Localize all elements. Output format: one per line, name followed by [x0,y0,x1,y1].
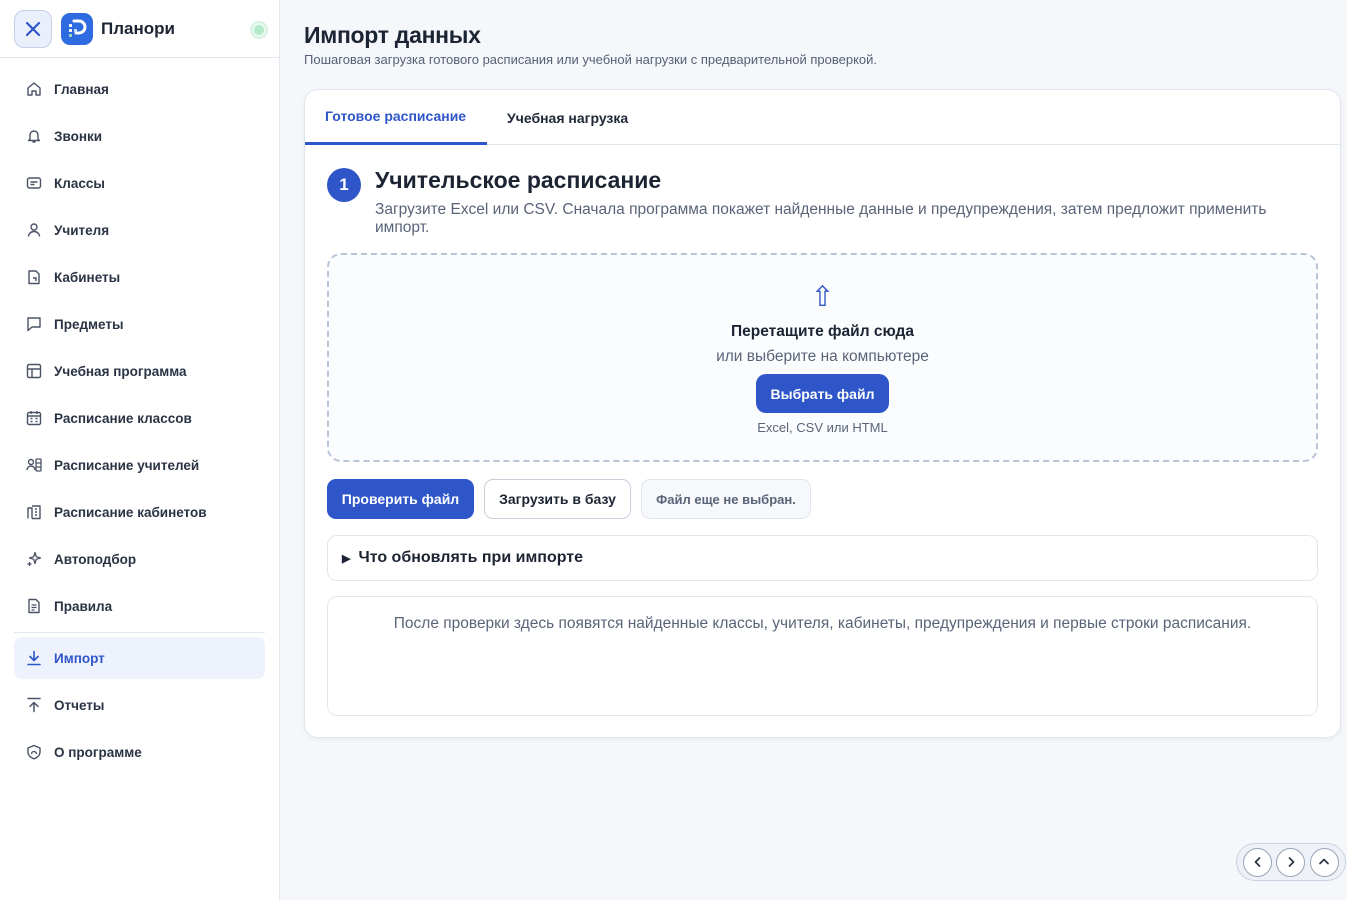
dropzone-formats-hint: Excel, CSV или HTML [757,420,888,435]
building-icon [26,504,42,520]
prev-button[interactable] [1243,847,1273,877]
door-icon [26,269,42,285]
chevron-left-icon [1254,857,1261,867]
sidebar-item-classes[interactable]: Классы [14,162,265,204]
disclosure-triangle-icon: ▶ [342,552,351,565]
tab-bar: Готовое расписание Учебная нагрузка [305,90,1340,145]
sidebar-item-curriculum[interactable]: Учебная программа [14,350,265,392]
sidebar: Планори Главная Звонки Классы Учителя Ка… [0,0,280,900]
page-title: Импорт данных [304,22,481,48]
sidebar-item-label: Классы [54,175,105,191]
sidebar-header: Планори [0,0,279,58]
sidebar-divider [14,632,265,633]
message-square-icon [26,316,42,332]
sidebar-item-subjects[interactable]: Предметы [14,303,265,345]
sidebar-item-label: Расписание классов [54,410,192,426]
choose-file-button[interactable]: Выбрать файл [756,374,889,413]
preview-panel: После проверки здесь появятся найденные … [327,596,1318,716]
file-dropzone[interactable]: ⇧ Перетащите файл сюда или выберите на к… [327,253,1318,462]
sidebar-item-label: Расписание учителей [54,457,200,473]
home-icon [26,81,42,97]
next-button[interactable] [1276,847,1306,877]
sidebar-item-reports[interactable]: Отчеты [14,684,265,726]
sidebar-item-label: Звонки [54,128,103,144]
upload-arrow-icon: ⇧ [810,281,835,312]
status-indicator-icon [250,21,268,39]
scroll-top-button[interactable] [1309,847,1339,877]
class-icon [26,175,42,191]
sidebar-item-home[interactable]: Главная [14,68,265,110]
sidebar-item-import[interactable]: Импорт [14,637,265,679]
tab-ready-schedule[interactable]: Готовое расписание [305,90,487,145]
sidebar-item-teachers[interactable]: Учителя [14,209,265,251]
users-schedule-icon [26,457,42,473]
dropzone-title: Перетащите файл сюда [731,323,914,340]
step-description: Загрузите Excel или CSV. Сначала програм… [375,201,1267,236]
preview-placeholder: После проверки здесь появятся найденные … [393,615,1252,632]
sidebar-item-label: Предметы [54,316,124,332]
sidebar-item-label: Кабинеты [54,269,121,285]
sparkles-icon [26,551,42,567]
sidebar-item-label: Учителя [54,222,110,238]
calendar-icon [26,410,42,426]
sidebar-item-room-schedule[interactable]: Расписание кабинетов [14,491,265,533]
sidebar-item-label: О программе [54,744,142,760]
sidebar-item-rooms[interactable]: Кабинеты [14,256,265,298]
close-sidebar-button[interactable] [14,10,52,48]
sidebar-item-label: Автоподбор [54,551,137,567]
import-options-disclosure[interactable]: ▶ Что обновлять при импорте [327,535,1318,581]
import-options-summary: Что обновлять при импорте [358,549,584,566]
sidebar-item-label: Учебная программа [54,363,187,379]
planori-logo [61,13,93,45]
bell-icon [26,128,42,144]
sidebar-item-label: Отчеты [54,697,105,713]
download-icon [26,650,42,666]
sidebar-item-about[interactable]: О программе [14,731,265,773]
chevron-up-icon [1319,858,1330,865]
shield-icon [26,744,42,760]
check-file-button[interactable]: Проверить файл [327,479,474,519]
sidebar-item-teacher-schedule[interactable]: Расписание учителей [14,444,265,486]
floating-nav [1236,843,1346,881]
file-status-badge: Файл еще не выбран. [641,479,811,519]
close-icon [25,21,41,37]
app-title: Планори [101,19,175,38]
user-icon [26,222,42,238]
import-card: Готовое расписание Учебная нагрузка 1 Уч… [304,89,1341,738]
sidebar-item-class-schedule[interactable]: Расписание классов [14,397,265,439]
tab-teaching-load[interactable]: Учебная нагрузка [487,90,648,145]
table-icon [26,363,42,379]
sidebar-item-bells[interactable]: Звонки [14,115,265,157]
step-title: Учительское расписание [375,167,662,193]
sidebar-item-label: Расписание кабинетов [54,504,207,520]
file-text-icon [26,598,42,614]
page-subtitle: Пошаговая загрузка готового расписания и… [304,52,878,67]
load-to-db-button[interactable]: Загрузить в базу [484,479,631,519]
sidebar-nav: Главная Звонки Классы Учителя Кабинеты П… [14,68,265,778]
sidebar-item-label: Импорт [54,650,105,666]
step-number-badge: 1 [327,168,361,202]
sidebar-item-label: Главная [54,81,109,97]
dropzone-subtitle: или выберите на компьютере [716,348,929,365]
sidebar-item-autofit[interactable]: Автоподбор [14,538,265,580]
sidebar-item-rules[interactable]: Правила [14,585,265,627]
chevron-right-icon [1288,857,1295,867]
upload-icon [26,697,42,713]
sidebar-item-label: Правила [54,598,113,614]
